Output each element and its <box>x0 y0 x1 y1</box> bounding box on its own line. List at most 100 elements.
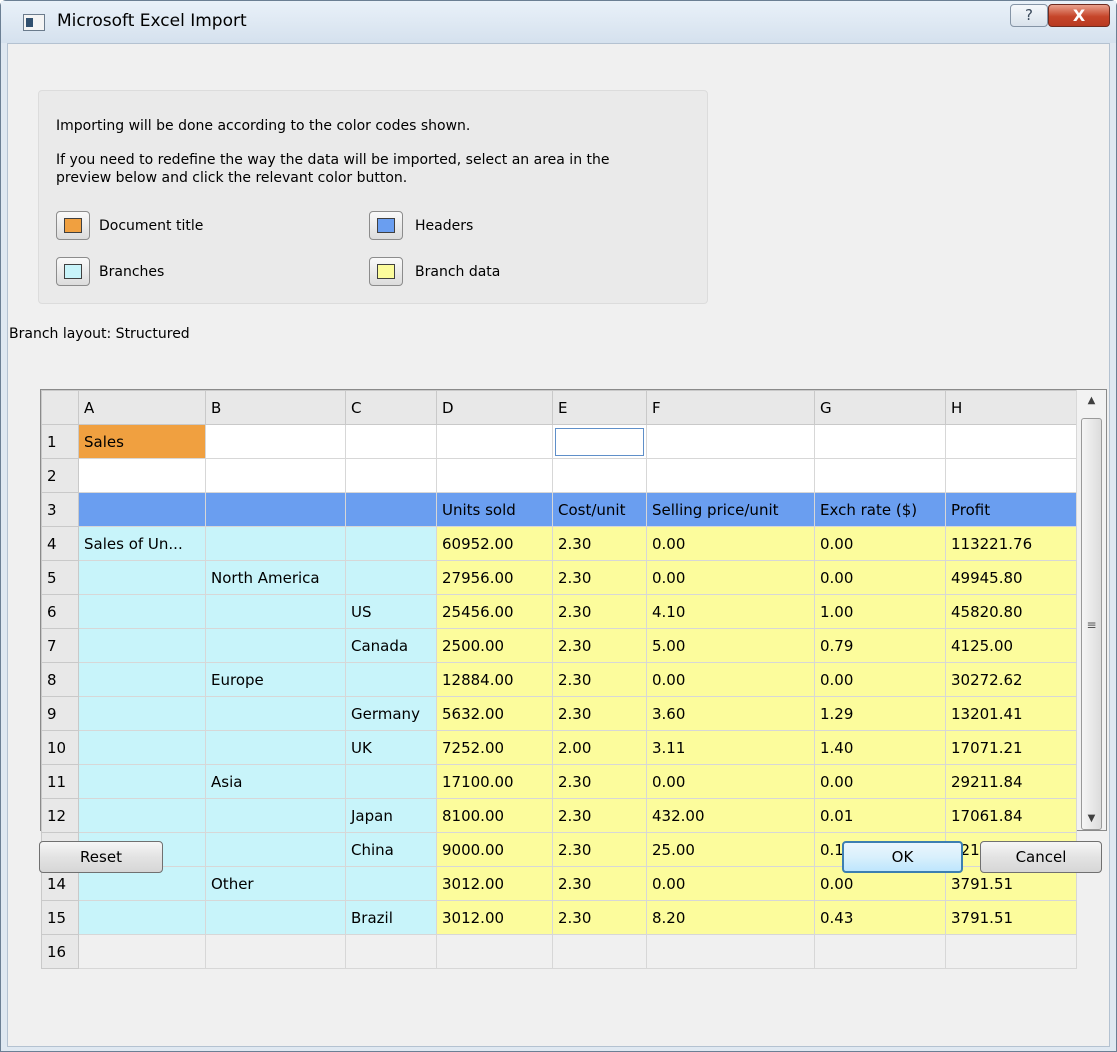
grid-cell[interactable]: 9000.00 <box>436 832 553 867</box>
grid-cell[interactable] <box>814 934 946 969</box>
grid-cell[interactable]: 2.30 <box>552 628 647 663</box>
grid-cell[interactable]: 0.00 <box>814 662 946 697</box>
grid-cell[interactable]: 3791.51 <box>945 900 1077 935</box>
grid-cell[interactable]: 8100.00 <box>436 798 553 833</box>
grid-cell[interactable] <box>78 696 206 731</box>
grid-cell[interactable]: 4125.00 <box>945 628 1077 663</box>
grid-cell[interactable]: Cost/unit <box>552 492 647 527</box>
headers-color-button[interactable] <box>369 211 403 240</box>
row-header[interactable]: 6 <box>41 594 79 629</box>
grid-cell[interactable] <box>436 458 553 493</box>
scroll-up-arrow-icon[interactable]: ▲ <box>1077 390 1106 412</box>
grid-cell[interactable] <box>78 900 206 935</box>
grid-cell[interactable]: 17071.21 <box>945 730 1077 765</box>
grid-cell[interactable]: Japan <box>345 798 437 833</box>
scroll-down-arrow-icon[interactable]: ▼ <box>1077 808 1106 830</box>
grid-cell[interactable] <box>205 934 346 969</box>
grid-cell[interactable] <box>345 492 437 527</box>
row-header[interactable]: 7 <box>41 628 79 663</box>
grid-cell[interactable]: 49945.80 <box>945 560 1077 595</box>
ok-button[interactable]: OK <box>842 841 963 873</box>
grid-cell[interactable]: 2.30 <box>552 764 647 799</box>
grid-cell[interactable] <box>78 458 206 493</box>
grid-cell[interactable]: 2.30 <box>552 696 647 731</box>
grid-cell[interactable]: 2500.00 <box>436 628 553 663</box>
grid-cell[interactable]: 2.30 <box>552 560 647 595</box>
grid-cell[interactable]: Selling price/unit <box>646 492 815 527</box>
grid-cell[interactable] <box>345 560 437 595</box>
row-header[interactable]: 16 <box>41 934 79 969</box>
grid-cell[interactable]: UK <box>345 730 437 765</box>
grid-cell[interactable] <box>78 798 206 833</box>
grid-cell[interactable]: 3.60 <box>646 696 815 731</box>
grid-cell[interactable] <box>814 424 946 459</box>
grid-cell[interactable]: 0.00 <box>646 662 815 697</box>
grid-cell[interactable] <box>205 594 346 629</box>
grid-cell[interactable]: 17100.00 <box>436 764 553 799</box>
grid-cell[interactable] <box>814 458 946 493</box>
grid-cell[interactable]: Sales of Un... <box>78 526 206 561</box>
grid-cell[interactable]: Brazil <box>345 900 437 935</box>
grid-cell[interactable]: 2.30 <box>552 662 647 697</box>
row-header[interactable]: 8 <box>41 662 79 697</box>
grid-cell[interactable]: 29211.84 <box>945 764 1077 799</box>
vertical-scrollbar[interactable]: ▲ ≡ ▼ <box>1076 390 1106 830</box>
grid-cell[interactable]: 2.30 <box>552 798 647 833</box>
grid-cell[interactable] <box>78 492 206 527</box>
grid-cell[interactable]: 8.20 <box>646 900 815 935</box>
row-header[interactable]: 10 <box>41 730 79 765</box>
grid-cell[interactable]: 0.00 <box>814 764 946 799</box>
column-header-a[interactable]: A <box>78 390 206 425</box>
grid-cell[interactable]: 0.00 <box>814 560 946 595</box>
grid-cell[interactable]: 12884.00 <box>436 662 553 697</box>
cancel-button[interactable]: Cancel <box>980 841 1102 873</box>
grid-cell[interactable]: 0.79 <box>814 628 946 663</box>
row-header[interactable]: 11 <box>41 764 79 799</box>
grid-cell[interactable] <box>345 764 437 799</box>
row-header[interactable]: 2 <box>41 458 79 493</box>
row-header[interactable]: 9 <box>41 696 79 731</box>
grid-cell[interactable]: 5632.00 <box>436 696 553 731</box>
grid-cell[interactable]: 2.30 <box>552 594 647 629</box>
close-button[interactable]: X <box>1048 4 1110 27</box>
grid-cell[interactable]: 113221.76 <box>945 526 1077 561</box>
branch-data-color-button[interactable] <box>369 257 403 286</box>
grid-cell[interactable] <box>78 560 206 595</box>
grid-cell[interactable]: 7252.00 <box>436 730 553 765</box>
preview-grid[interactable]: A B C D E F G H 1 Sales 2 3 Units sold Cost/unit Selli… <box>40 389 1107 969</box>
grid-cell[interactable]: 2.30 <box>552 526 647 561</box>
grid-cell[interactable] <box>345 526 437 561</box>
grid-cell[interactable]: 13201.41 <box>945 696 1077 731</box>
grid-cell[interactable]: 2.30 <box>552 900 647 935</box>
column-header-c[interactable]: C <box>345 390 437 425</box>
grid-cell[interactable] <box>78 764 206 799</box>
grid-cell[interactable] <box>436 424 553 459</box>
grid-cell[interactable]: Europe <box>205 662 346 697</box>
grid-cell[interactable]: 45820.80 <box>945 594 1077 629</box>
grid-cell[interactable]: Profit <box>945 492 1077 527</box>
grid-cell[interactable]: Canada <box>345 628 437 663</box>
grid-cell[interactable]: 0.00 <box>814 526 946 561</box>
grid-cell[interactable]: 1.29 <box>814 696 946 731</box>
grid-cell[interactable]: 60952.00 <box>436 526 553 561</box>
grid-cell[interactable] <box>78 662 206 697</box>
grid-cell[interactable]: 27956.00 <box>436 560 553 595</box>
grid-cell[interactable] <box>436 934 553 969</box>
grid-cell[interactable]: 3.11 <box>646 730 815 765</box>
row-header[interactable]: 4 <box>41 526 79 561</box>
grid-cell[interactable] <box>345 866 437 901</box>
column-header-e[interactable]: E <box>552 390 647 425</box>
grid-corner[interactable] <box>41 390 79 425</box>
row-header[interactable]: 5 <box>41 560 79 595</box>
grid-cell[interactable]: 0.00 <box>646 526 815 561</box>
grid-cell[interactable]: 0.00 <box>646 866 815 901</box>
row-header[interactable]: 15 <box>41 900 79 935</box>
grid-cell[interactable] <box>552 458 647 493</box>
grid-cell[interactable] <box>78 934 206 969</box>
column-header-d[interactable]: D <box>436 390 553 425</box>
grid-cell[interactable]: 25.00 <box>646 832 815 867</box>
column-header-b[interactable]: B <box>205 390 346 425</box>
grid-cell[interactable] <box>205 832 346 867</box>
grid-cell[interactable]: North America <box>205 560 346 595</box>
grid-cell[interactable]: 0.01 <box>814 798 946 833</box>
